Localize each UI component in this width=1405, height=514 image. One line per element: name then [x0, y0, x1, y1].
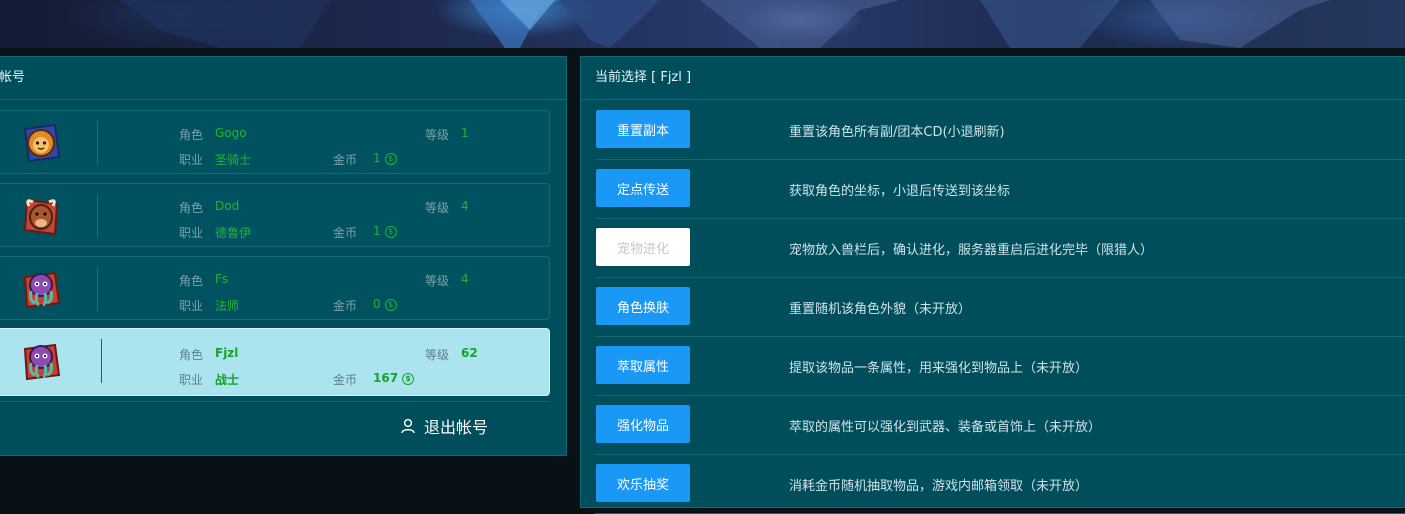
character-gold: 1 $ — [373, 224, 397, 238]
action-row: 重置副本 重置该角色所有副/团本CD(小退刷新) — [595, 100, 1405, 160]
user-icon — [401, 418, 415, 434]
class-label: 职业 — [179, 226, 204, 240]
character-card[interactable]: 角色 Fs 等级 4 职业 法师 金币 0 $ — [0, 256, 550, 320]
octopus-avatar-icon — [19, 339, 63, 383]
character-name: Dod — [215, 199, 240, 213]
action-description: 获取角色的坐标，小退后传送到该坐标 — [789, 184, 1011, 199]
character-level: 4 — [461, 272, 469, 286]
card-divider — [97, 267, 98, 311]
card-divider — [97, 121, 98, 165]
action-button[interactable]: 萃取属性 — [596, 346, 690, 384]
level-label: 等级 — [425, 348, 450, 362]
coin-icon: $ — [402, 372, 415, 385]
coin-icon: $ — [384, 152, 397, 165]
gold-amount: 1 — [373, 151, 381, 165]
level-label: 等级 — [425, 201, 450, 215]
action-row: 欢乐抽奖 消耗金币随机抽取物品，游戏内邮箱领取（未开放） — [595, 454, 1405, 514]
role-label: 角色 — [179, 201, 204, 215]
character-name: Fs — [215, 272, 229, 286]
gold-label: 金币 — [333, 153, 358, 167]
lion-avatar-icon — [19, 121, 63, 165]
character-class: 圣骑士 — [215, 153, 252, 167]
gold-amount: 0 — [373, 297, 381, 311]
class-label: 职业 — [179, 373, 204, 387]
role-label: 角色 — [179, 274, 204, 288]
class-label: 职业 — [179, 299, 204, 313]
action-row: 定点传送 获取角色的坐标，小退后传送到该坐标 — [595, 159, 1405, 219]
character-card[interactable]: 角色 Fjzl 等级 62 职业 战士 金币 167 $ — [0, 328, 550, 396]
action-description: 重置该角色所有副/团本CD(小退刷新) — [789, 125, 1005, 140]
card-divider — [97, 194, 98, 238]
character-gold: 0 $ — [373, 297, 397, 311]
coin-icon: $ — [384, 298, 397, 311]
character-gold: 167 $ — [373, 371, 415, 385]
character-level: 4 — [461, 199, 469, 213]
gold-label: 金币 — [333, 299, 358, 313]
logout-button[interactable]: 退出帐号 — [400, 414, 488, 438]
character-class: 德鲁伊 — [215, 226, 252, 240]
action-button[interactable]: 强化物品 — [596, 405, 690, 443]
action-panel: 当前选择 [ Fjzl ] 重置副本 重置该角色所有副/团本CD(小退刷新) 定点传… — [580, 56, 1405, 514]
action-button[interactable]: 欢乐抽奖 — [596, 464, 690, 502]
current-selection-title: 当前选择 [ Fjzl ] — [581, 57, 1405, 100]
character-gold: 1 $ — [373, 151, 397, 165]
hero-banner — [0, 0, 1405, 48]
action-button[interactable]: 宠物进化 — [596, 228, 690, 266]
action-button[interactable]: 重置副本 — [596, 110, 690, 148]
action-row: 萃取属性 提取该物品一条属性，用来强化到物品上（未开放） — [595, 336, 1405, 396]
gold-label: 金币 — [333, 226, 358, 240]
account-divider — [0, 401, 550, 402]
character-class: 战士 — [215, 373, 240, 387]
class-label: 职业 — [179, 153, 204, 167]
action-description: 提取该物品一条属性，用来强化到物品上（未开放） — [789, 361, 1089, 376]
coin-icon: $ — [384, 225, 397, 238]
action-description: 消耗金币随机抽取物品，游戏内邮箱领取（未开放） — [789, 479, 1089, 494]
level-label: 等级 — [425, 128, 450, 142]
gold-amount: 167 — [373, 371, 399, 385]
account-panel-title: 帐号 — [0, 57, 566, 100]
character-level: 62 — [461, 346, 478, 360]
character-class: 法师 — [215, 299, 240, 313]
bull-avatar-icon — [19, 194, 63, 238]
octopus-avatar-icon — [19, 267, 63, 311]
action-button[interactable]: 定点传送 — [596, 169, 690, 207]
level-label: 等级 — [425, 274, 450, 288]
role-label: 角色 — [179, 128, 204, 142]
character-card[interactable]: 角色 Gogo 等级 1 职业 圣骑士 金币 1 $ — [0, 110, 550, 174]
action-description: 重置随机该角色外貌（未开放） — [789, 302, 972, 317]
role-label: 角色 — [179, 348, 204, 362]
action-row: 宠物进化 宠物放入兽栏后，确认进化，服务器重启后进化完毕（限猎人） — [595, 218, 1405, 278]
gold-label: 金币 — [333, 373, 358, 387]
character-card[interactable]: 角色 Dod 等级 4 职业 德鲁伊 金币 1 $ — [0, 183, 550, 247]
character-name: Fjzl — [215, 346, 239, 360]
action-row: 角色换肤 重置随机该角色外貌（未开放） — [595, 277, 1405, 337]
action-row: 强化物品 萃取的属性可以强化到武器、装备或首饰上（未开放） — [595, 395, 1405, 455]
action-description: 宠物放入兽栏后，确认进化，服务器重启后进化完毕（限猎人） — [789, 243, 1154, 258]
gold-amount: 1 — [373, 224, 381, 238]
banner-artwork — [120, 0, 1330, 48]
card-divider — [101, 339, 102, 383]
character-level: 1 — [461, 126, 469, 140]
action-description: 萃取的属性可以强化到武器、装备或首饰上（未开放） — [789, 420, 1102, 435]
logout-label: 退出帐号 — [424, 418, 489, 437]
character-name: Gogo — [215, 126, 247, 140]
action-button[interactable]: 角色换肤 — [596, 287, 690, 325]
